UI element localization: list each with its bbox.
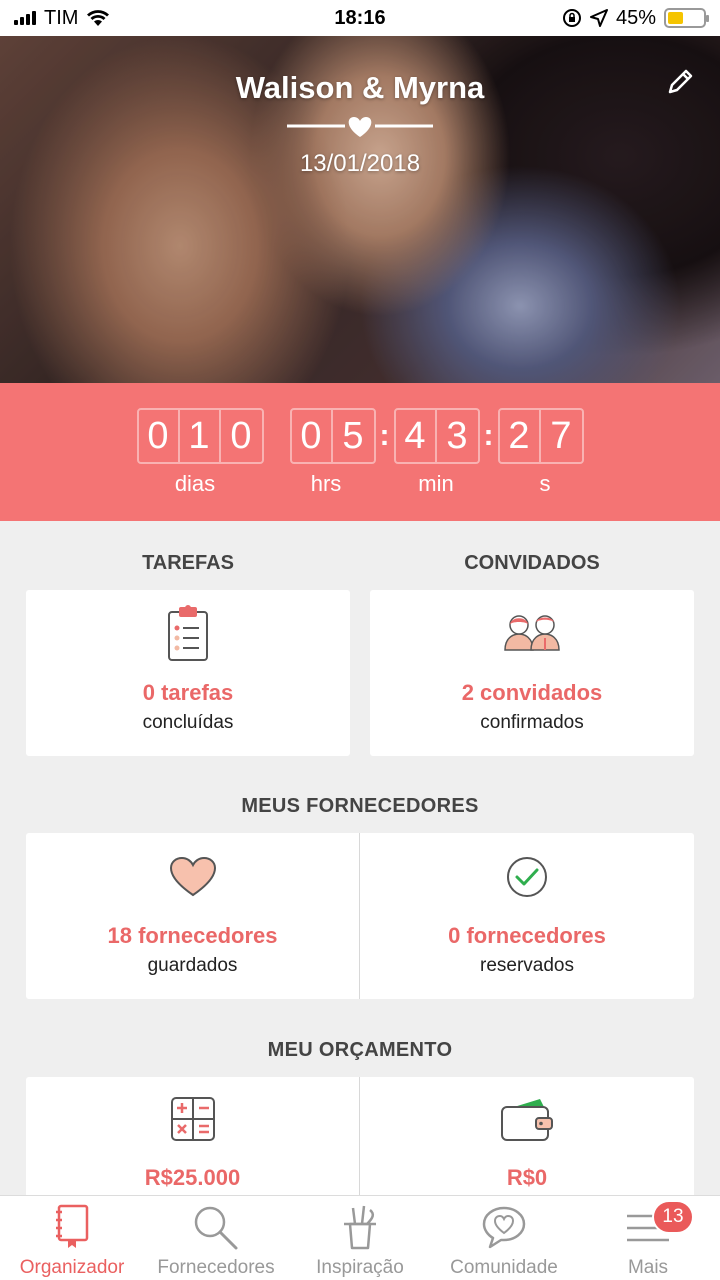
booked-vendors-value: 0 fornecedores	[448, 923, 606, 948]
digit: 4	[396, 410, 437, 462]
vendors-saved[interactable]: 18 fornecedores guardados	[26, 833, 359, 999]
wedding-date: 13/01/2018	[299, 150, 421, 177]
seconds-label: s	[539, 471, 551, 496]
budget-estimated[interactable]: R$25.000	[26, 1077, 359, 1207]
status-right: 45%	[562, 6, 709, 30]
digit: 3	[446, 414, 468, 457]
days-digits: 0 1 0	[136, 408, 264, 464]
battery-percent: 45%	[615, 6, 656, 29]
status-bar: TIM 18:16 45%	[0, 0, 720, 36]
vendors-booked[interactable]: 0 fornecedores reservados	[360, 833, 694, 999]
pencil-cup-icon	[344, 1205, 376, 1250]
couple-photo: Walison & Myrna 13/01/2018	[0, 36, 720, 383]
location-icon	[589, 9, 608, 27]
seconds-digits: 2 7	[497, 408, 584, 464]
wallet-icon	[501, 1099, 553, 1141]
calculator-icon	[170, 1097, 215, 1141]
clock: 18:16	[334, 6, 386, 29]
couple-name: Walison & Myrna	[235, 70, 485, 105]
tab-mais[interactable]: Mais 13	[576, 1196, 720, 1280]
tab-comunidade[interactable]: Comunidade	[432, 1196, 576, 1280]
guests-card[interactable]: 2 convidados confirmados	[370, 590, 694, 756]
digit: 2	[500, 410, 541, 462]
guests-title: CONVIDADOS	[464, 552, 600, 574]
booked-vendors-sub: reservados	[480, 955, 574, 976]
signal-icon	[14, 11, 36, 25]
search-icon	[194, 1206, 238, 1250]
tab-label: Fornecedores	[157, 1257, 275, 1278]
minutes-digits: 4 3	[393, 408, 480, 464]
battery-icon	[664, 8, 709, 28]
tab-label: Organizador	[19, 1257, 125, 1278]
tab-fornecedores[interactable]: Fornecedores	[144, 1196, 288, 1280]
saved-vendors-value: 18 fornecedores	[107, 923, 278, 948]
digit: 0	[230, 414, 252, 457]
heart-divider-icon	[287, 117, 433, 137]
chat-heart-icon	[482, 1206, 526, 1249]
vendors-card: 18 fornecedores guardados 0 fornecedores…	[26, 833, 694, 999]
saved-vendors-sub: guardados	[147, 955, 238, 976]
guests-value: 2 convidados	[461, 680, 603, 705]
digit: 0	[139, 410, 180, 462]
guests-sub: confirmados	[480, 712, 584, 733]
tab-label: Comunidade	[450, 1257, 558, 1278]
vendors-title: MEUS FORNECEDORES	[241, 795, 479, 817]
tab-label: Mais	[627, 1257, 669, 1278]
tasks-title: TAREFAS	[142, 552, 234, 574]
days-label: dias	[174, 471, 216, 496]
budget-estimated-value: R$25.000	[144, 1165, 241, 1190]
tab-organizador[interactable]: Organizador	[0, 1196, 144, 1280]
digit: 5	[342, 414, 364, 457]
wifi-icon	[87, 10, 110, 26]
guests-icon	[504, 615, 560, 651]
tasks-sub: concluídas	[142, 712, 234, 733]
tasks-value: 0 tarefas	[142, 680, 234, 705]
budget-title: MEU ORÇAMENTO	[267, 1039, 453, 1061]
digit: 1	[180, 410, 221, 462]
countdown-panel: 0 1 0 0 5 : 4 3 : 2 7 dias hrs min s	[0, 383, 720, 521]
check-circle-icon	[507, 857, 547, 897]
heart-icon	[169, 857, 216, 897]
tab-inspiracao[interactable]: Inspiração	[288, 1196, 432, 1280]
digit: 7	[550, 414, 572, 457]
digit: 0	[292, 410, 333, 462]
clipboard-icon	[168, 605, 208, 661]
tab-bar: Organizador Fornecedores Inspiração Comu…	[0, 1195, 720, 1280]
countdown-digits: 0 1 0 0 5 : 4 3 : 2 7	[0, 408, 720, 464]
budget-spent[interactable]: R$0	[360, 1077, 694, 1207]
rotation-lock-icon	[562, 9, 581, 27]
tab-label: Inspiração	[316, 1257, 404, 1278]
edit-pencil-icon[interactable]	[664, 66, 696, 98]
carrier-label: TIM	[44, 6, 79, 29]
notebook-icon	[56, 1204, 89, 1248]
tasks-card[interactable]: 0 tarefas concluídas	[26, 590, 350, 756]
colon-separator: :	[483, 419, 494, 452]
budget-spent-value: R$0	[506, 1165, 548, 1190]
budget-card: R$25.000 R$0	[26, 1077, 694, 1207]
hours-digits: 0 5	[289, 408, 376, 464]
minutes-label: min	[418, 471, 454, 496]
status-left: TIM	[14, 7, 110, 30]
hours-label: hrs	[310, 471, 342, 496]
notification-badge: 13	[652, 1200, 694, 1234]
colon-separator: :	[379, 419, 390, 452]
